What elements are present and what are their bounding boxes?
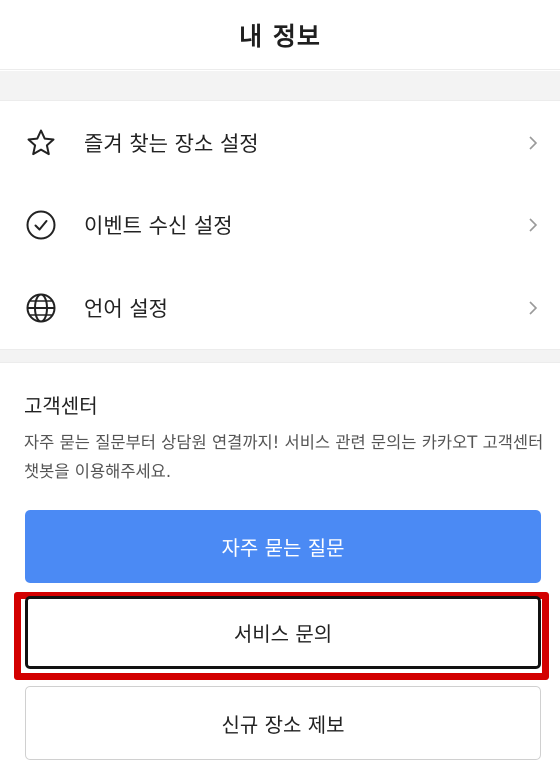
menu-item-label: 언어 설정 [84, 297, 168, 321]
chevron-right-icon [526, 214, 540, 236]
star-icon [24, 126, 58, 160]
customer-center-section: 고객센터 자주 묻는 질문부터 상담원 연결까지! 서비스 관련 문의는 카카오… [0, 364, 560, 774]
faq-button[interactable]: 자주 묻는 질문 [25, 510, 541, 583]
globe-icon [24, 291, 58, 325]
check-circle-icon [24, 208, 58, 242]
menu-item-event-notification[interactable]: 이벤트 수신 설정 [0, 184, 560, 266]
header: 내 정보 [0, 0, 560, 70]
service-inquiry-button[interactable]: 서비스 문의 [25, 596, 541, 669]
menu-item-language[interactable]: 언어 설정 [0, 267, 560, 349]
chevron-right-icon [526, 297, 540, 319]
menu-item-label: 이벤트 수신 설정 [84, 214, 233, 238]
section-description: 자주 묻는 질문부터 상담원 연결까지! 서비스 관련 문의는 카카오T 고객센… [24, 433, 544, 481]
section-divider [0, 349, 560, 363]
new-place-report-button[interactable]: 신규 장소 제보 [25, 686, 541, 760]
menu-item-label: 즐겨 찾는 장소 설정 [84, 132, 259, 156]
page-title: 내 정보 [239, 21, 321, 51]
settings-menu: 즐겨 찾는 장소 설정 이벤트 수신 설정 언어 설정 [0, 102, 560, 349]
section-title: 고객센터 [24, 394, 98, 418]
chevron-right-icon [526, 132, 540, 154]
menu-item-favorite-places[interactable]: 즐겨 찾는 장소 설정 [0, 102, 560, 184]
section-divider [0, 71, 560, 101]
